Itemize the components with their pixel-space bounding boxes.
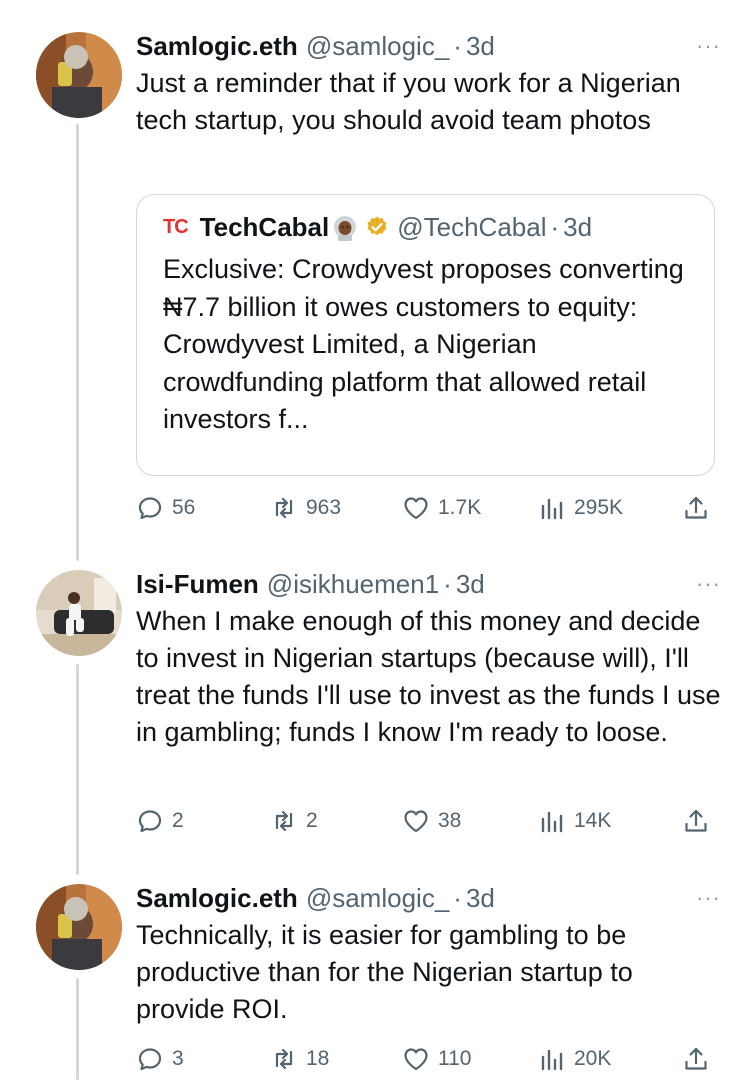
timestamp[interactable]: 3d <box>466 883 495 914</box>
verified-badge-icon <box>367 216 387 236</box>
reply-icon <box>138 497 162 520</box>
tweet-text: When I make enough of this money and dec… <box>136 606 721 747</box>
more-options-icon[interactable]: ··· <box>696 880 721 916</box>
tweet-actions: 3 18 110 20K <box>136 1042 718 1076</box>
views-count: 20K <box>574 1047 612 1070</box>
views-button[interactable]: 20K <box>538 1042 611 1076</box>
like-count: 110 <box>438 1047 472 1070</box>
tweet-text: Just a reminder that if you work for a N… <box>136 68 681 135</box>
retweet-button[interactable]: 2 <box>270 804 318 838</box>
tweet-header: Samlogic.eth @samlogic_ · 3d <box>136 880 721 916</box>
tweet[interactable]: Samlogic.eth @samlogic_ · 3d ··· Technic… <box>0 870 751 1080</box>
reply-button[interactable]: 3 <box>136 1042 184 1076</box>
like-icon <box>404 1048 428 1071</box>
like-count: 38 <box>438 809 462 832</box>
retweet-count: 2 <box>306 809 318 832</box>
more-options-icon[interactable]: ··· <box>696 566 721 602</box>
author-name[interactable]: Isi-Fumen <box>136 569 259 600</box>
author-handle[interactable]: @samlogic_ <box>306 883 449 914</box>
tweet[interactable]: Samlogic.eth @samlogic_ · 3d ··· Just a … <box>0 0 751 550</box>
views-button[interactable]: 14K <box>538 804 611 838</box>
quoted-tweet[interactable]: TC TechCabal @TechCabal · 3d Exclusive: … <box>136 194 715 476</box>
reply-count: 56 <box>172 496 196 519</box>
reply-button[interactable]: 2 <box>136 804 184 838</box>
timestamp[interactable]: 3d <box>466 31 495 62</box>
separator-dot: · <box>550 211 560 242</box>
views-icon <box>541 498 563 520</box>
views-count: 295K <box>574 496 624 519</box>
tweet-header: Samlogic.eth @samlogic_ · 3d <box>136 28 721 64</box>
retweet-icon <box>275 1048 293 1070</box>
author-handle[interactable]: @samlogic_ <box>306 31 449 62</box>
more-options-icon[interactable]: ··· <box>696 28 721 64</box>
views-count: 14K <box>574 809 612 832</box>
separator-dot: · <box>453 30 462 61</box>
reply-icon <box>138 1048 162 1071</box>
separator-dot: · <box>443 568 452 599</box>
like-icon <box>404 810 428 833</box>
separator-dot: · <box>453 882 462 913</box>
quoted-tweet-header: TC TechCabal @TechCabal · 3d <box>163 209 690 245</box>
views-button[interactable]: 295K <box>538 491 623 525</box>
techcabal-logo-icon: TC <box>163 215 189 238</box>
retweet-count: 963 <box>306 496 342 519</box>
tweet-text: Technically, it is easier for gambling t… <box>136 920 633 1024</box>
author-name[interactable]: Samlogic.eth <box>136 883 298 914</box>
share-button[interactable] <box>682 804 710 838</box>
share-icon <box>685 809 707 832</box>
quoted-timestamp: 3d <box>563 211 593 242</box>
author-name[interactable]: Samlogic.eth <box>136 31 298 62</box>
share-button[interactable] <box>682 1042 710 1076</box>
quoted-tweet-text: Exclusive: Crowdyvest proposes convertin… <box>163 254 684 434</box>
views-icon <box>541 1049 563 1071</box>
reply-count: 3 <box>172 1047 184 1070</box>
tweet-header: Isi-Fumen @isikhuemen1 · 3d <box>136 566 721 602</box>
like-button[interactable]: 1.7K <box>402 491 481 525</box>
like-button[interactable]: 38 <box>402 804 461 838</box>
astronaut-emoji-icon <box>334 216 357 241</box>
retweet-button[interactable]: 18 <box>270 1042 329 1076</box>
reply-icon <box>138 810 162 833</box>
views-icon <box>541 811 563 833</box>
avatar[interactable] <box>36 32 122 118</box>
avatar[interactable] <box>36 570 122 656</box>
tweet-actions: 56 963 1.7K 295K <box>136 491 718 525</box>
tweet-actions: 2 2 38 14K <box>136 804 718 838</box>
retweet-count: 18 <box>306 1047 330 1070</box>
retweet-icon <box>275 497 293 519</box>
like-icon <box>404 497 428 520</box>
quoted-author-name: TechCabal <box>199 211 330 242</box>
like-count: 1.7K <box>438 496 482 519</box>
reply-button[interactable]: 56 <box>136 491 195 525</box>
author-handle[interactable]: @isikhuemen1 <box>267 569 439 600</box>
like-button[interactable]: 110 <box>402 1042 471 1076</box>
timestamp[interactable]: 3d <box>456 569 485 600</box>
reply-count: 2 <box>172 809 184 832</box>
retweet-icon <box>275 810 293 832</box>
tweet[interactable]: Isi-Fumen @isikhuemen1 · 3d ··· When I m… <box>0 556 751 876</box>
share-icon <box>685 496 707 519</box>
retweet-button[interactable]: 963 <box>270 491 341 525</box>
share-icon <box>685 1047 707 1070</box>
quoted-author-handle: @TechCabal <box>397 211 547 242</box>
avatar[interactable] <box>36 884 122 970</box>
share-button[interactable] <box>682 491 710 525</box>
